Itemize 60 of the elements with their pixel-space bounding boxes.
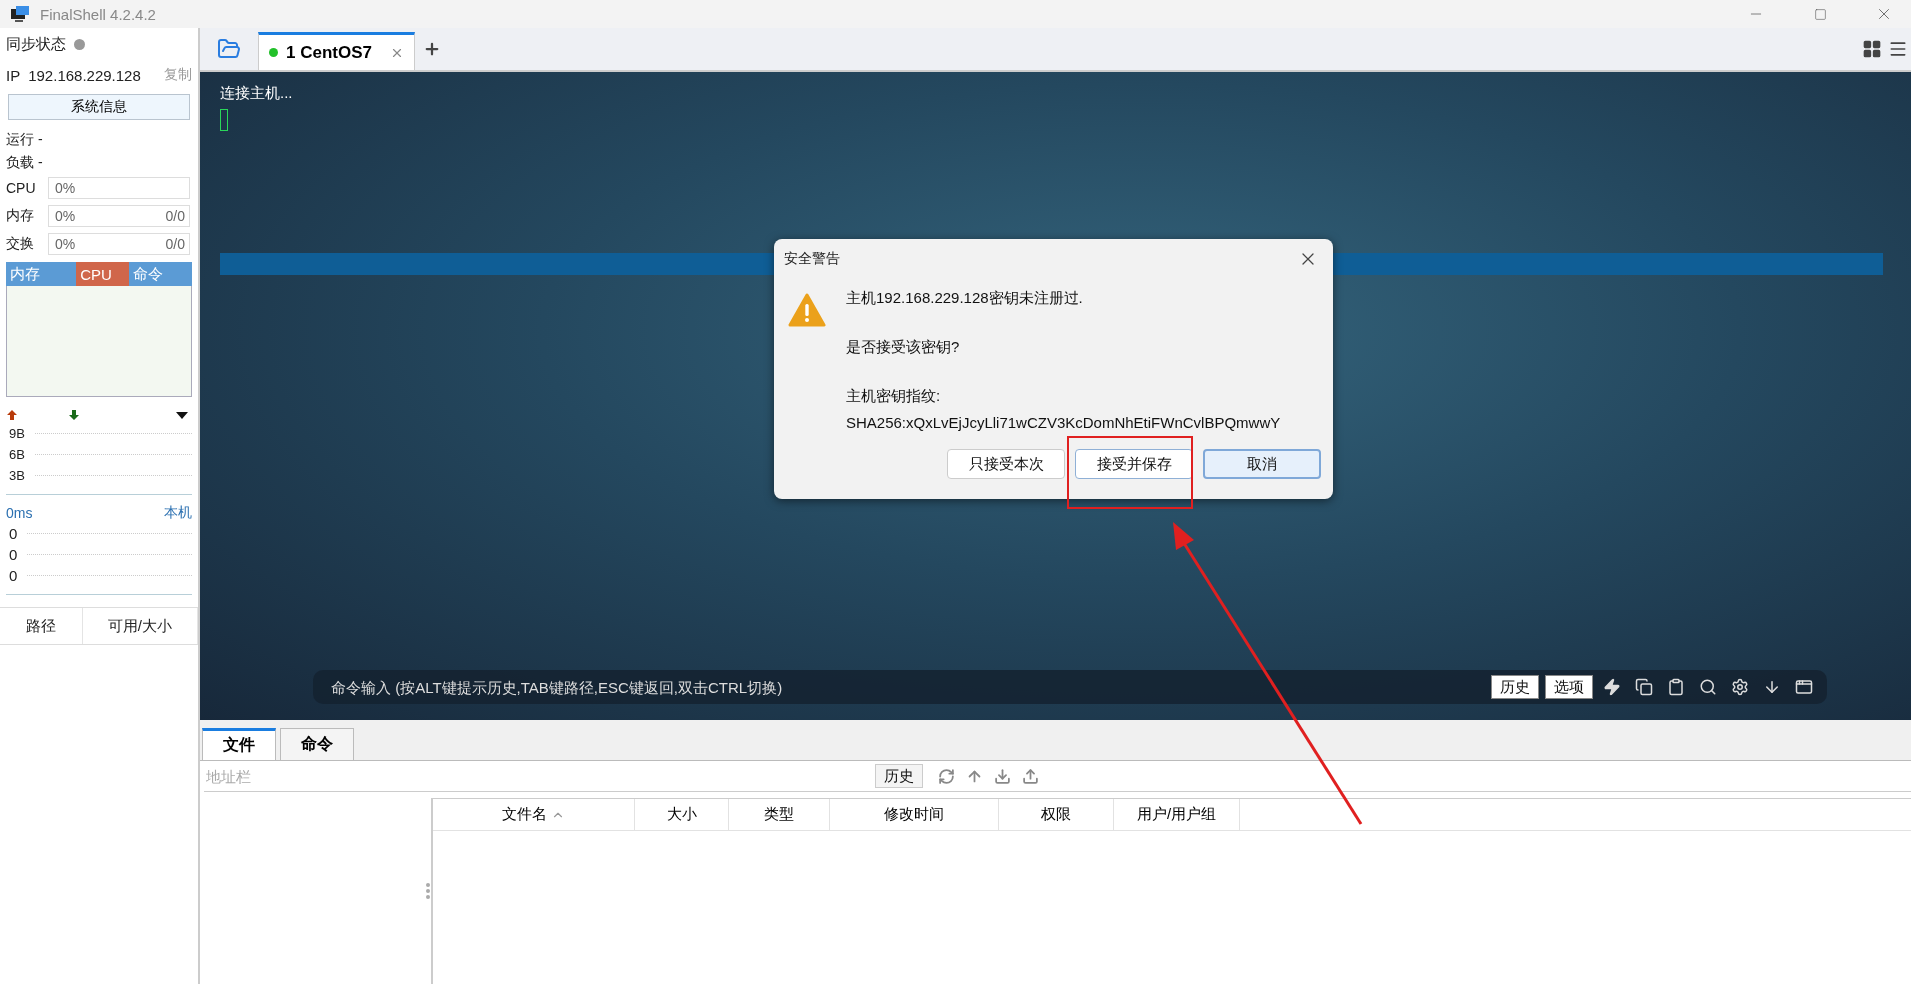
- meter-amount: 0/0: [165, 208, 185, 224]
- host-label: 本机: [164, 504, 192, 522]
- upload-arrow-icon: [6, 409, 18, 421]
- dropdown-icon[interactable]: [176, 411, 188, 419]
- column-header[interactable]: 权限: [999, 799, 1114, 830]
- panel-tab[interactable]: 命令: [280, 728, 354, 760]
- ping-value: 0: [9, 546, 18, 563]
- dialog-text: SHA256:xQxLvEjJcyLli71wCZV3KcDomNhEtiFWnCvlBPQmwwY: [846, 414, 1281, 431]
- session-tab[interactable]: 1 CentOS7: [258, 32, 415, 70]
- meter-label: 交换: [6, 235, 35, 253]
- sync-status-dot: [74, 38, 85, 50]
- column-header[interactable]: 可用/大小: [82, 608, 198, 644]
- info-text: 运行 -: [6, 130, 43, 149]
- meter-amount: 0/0: [165, 236, 185, 252]
- dialog-button[interactable]: 接受并保存: [1075, 449, 1193, 479]
- connection-status-dot: [269, 48, 278, 57]
- ping-value: 0: [9, 567, 18, 584]
- dialog-text: 主机192.168.229.128密钥未注册过.: [846, 289, 1084, 308]
- monitor-tab[interactable]: CPU: [76, 262, 130, 286]
- tab-label: 1 CentOS7: [286, 42, 372, 63]
- download-arrow-icon: [68, 409, 80, 421]
- history-button[interactable]: 历史: [875, 764, 923, 788]
- column-header[interactable]: 修改时间: [830, 799, 999, 830]
- scale-label: 9B: [9, 426, 25, 441]
- panel-tab[interactable]: 文件: [202, 728, 276, 760]
- meter-label: CPU: [6, 180, 37, 196]
- ip-address: 192.168.229.128: [28, 66, 141, 84]
- sync-status-label: 同步状态: [6, 34, 66, 54]
- column-header[interactable]: 大小: [635, 799, 729, 830]
- dialog-title: 安全警告: [784, 250, 840, 268]
- system-info-button[interactable]: 系统信息: [8, 94, 190, 120]
- window-title: FinalShell 4.2.4.2: [40, 5, 157, 23]
- column-header[interactable]: 路径: [0, 608, 83, 644]
- meter-reading: 0%: [55, 236, 76, 252]
- command-bar-button[interactable]: 历史: [1491, 675, 1539, 699]
- column-header[interactable]: 类型: [729, 799, 830, 830]
- dialog-text: 是否接受该密钥?: [846, 338, 961, 357]
- meter-label: 内存: [6, 207, 35, 225]
- resize-handle-icon[interactable]: [425, 882, 431, 900]
- command-field[interactable]: 命令输入 (按ALT键提示历史,TAB键路径,ESC键返回,双击CTRL切换) 历史 选项: [313, 670, 1827, 704]
- ip-label: IP: [6, 66, 21, 84]
- column-header[interactable]: 用户/用户组: [1114, 799, 1240, 830]
- meter-reading: 0%: [55, 180, 76, 196]
- address-field[interactable]: 地址栏: [204, 766, 869, 786]
- column-header[interactable]: 文件名: [433, 799, 635, 830]
- terminal-text: 连接主机...: [219, 83, 294, 103]
- warning-icon: [788, 293, 826, 327]
- scale-label: 3B: [9, 468, 25, 483]
- app-logo-icon: [10, 5, 30, 23]
- ping-value: 0: [9, 525, 18, 542]
- dialog-button[interactable]: 只接受本次: [947, 449, 1065, 479]
- info-text: 负载 -: [6, 153, 43, 172]
- dialog-button[interactable]: 取消: [1203, 449, 1321, 479]
- command-bar-button[interactable]: 选项: [1545, 675, 1593, 699]
- terminal-cursor: [220, 109, 228, 131]
- latency-label: 0ms: [6, 505, 33, 521]
- dialog-text: 主机密钥指纹:: [846, 387, 942, 406]
- terminal-area[interactable]: 连接主机... 命令输入 (按ALT键提示历史,TAB键路径,ESC键返回,双击CTRL切换) 历史 选项 安全警告 主机192.168.229.128密钥未注册过. 是否接受该密钥? 主机密钥指纹: SHA256:xQxLvEjJcyLli71wCZV3KcDomNhEtiFWnCvlBPQmwwY 只接受本次 接受并保存 取消: [200, 72, 1911, 720]
- meter-reading: 0%: [55, 208, 76, 224]
- scale-label: 6B: [9, 447, 25, 462]
